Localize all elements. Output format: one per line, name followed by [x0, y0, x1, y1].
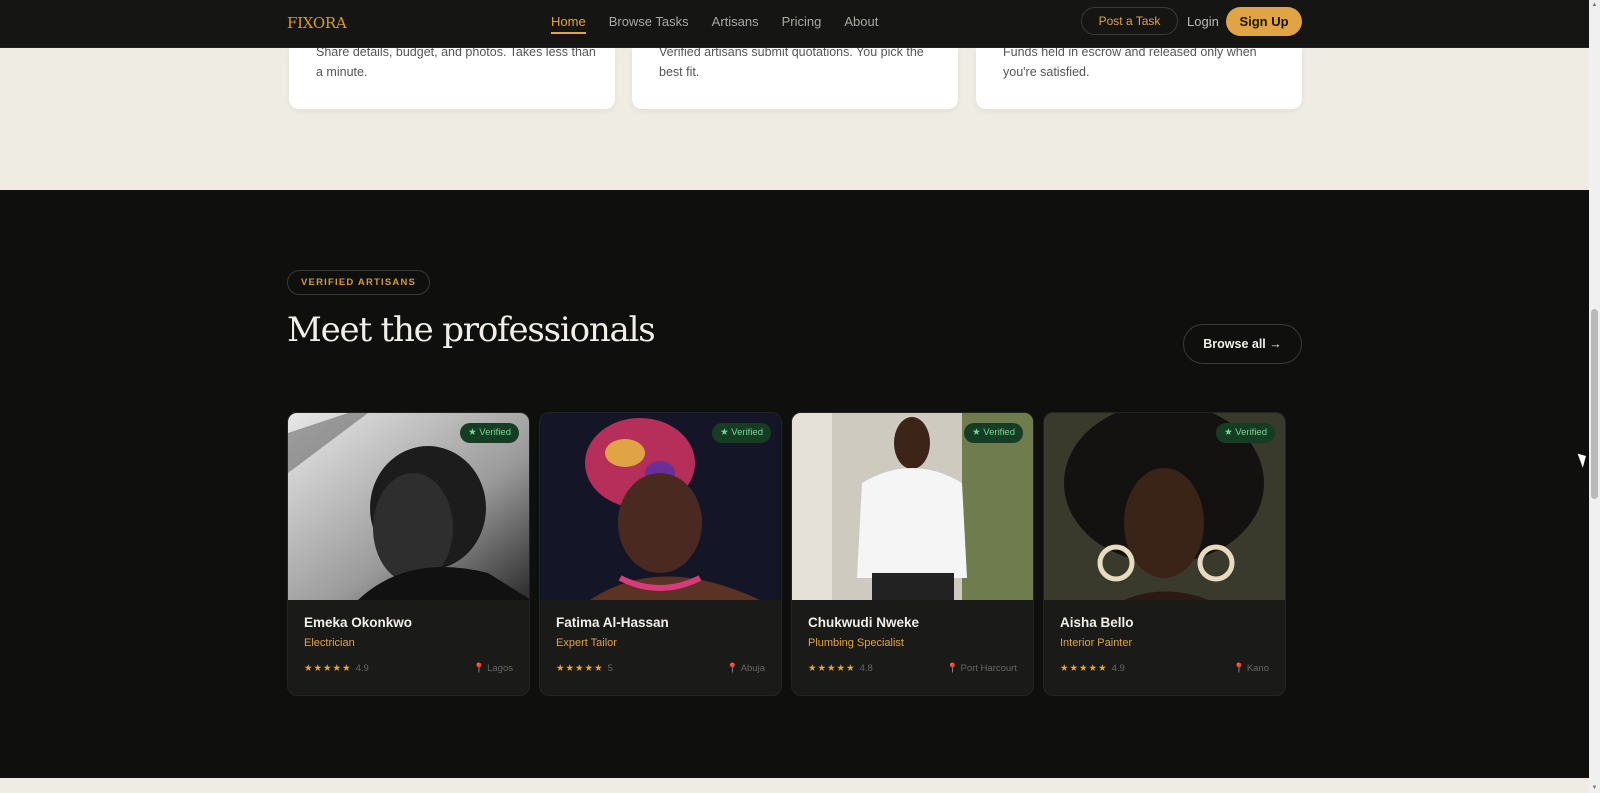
- verified-badge: ★ Verified: [460, 423, 519, 443]
- verified-badge: ★ Verified: [964, 423, 1023, 443]
- rating-value: 4.9: [1111, 663, 1125, 674]
- nav-link-pricing[interactable]: Pricing: [782, 0, 822, 48]
- section-eyebrow: VERIFIED ARTISANS: [287, 270, 431, 295]
- artisan-card[interactable]: ★ Verified Emeka Okonkwo Electrician ★★★…: [287, 412, 530, 696]
- post-task-button[interactable]: Post a Task: [1081, 7, 1178, 35]
- location-text: Kano: [1246, 663, 1269, 674]
- verified-badge: ★ Verified: [712, 423, 771, 443]
- star-icon: ★★★★★: [1060, 663, 1108, 674]
- location-text: Lagos: [487, 663, 513, 674]
- artisan-role: Expert Tailor: [556, 637, 617, 649]
- brand-logo[interactable]: FIXORA: [287, 14, 347, 32]
- step-card-post: Share details, budget, and photos. Takes…: [289, 45, 615, 109]
- nav-link-artisans[interactable]: Artisans: [712, 0, 759, 48]
- artisan-card[interactable]: ★ Verified Chukwudi Nweke Plumbing Speci…: [791, 412, 1034, 696]
- artisan-role: Electrician: [304, 637, 355, 649]
- rating-value: 4.8: [859, 663, 873, 674]
- step-description: Funds held in escrow and released only w…: [1003, 45, 1257, 79]
- star-rating: ★★★★★ 4.9: [1060, 663, 1125, 674]
- top-navbar: FIXORA Home Browse Tasks Artisans Pricin…: [0, 0, 1589, 48]
- artisan-name: Chukwudi Nweke: [808, 615, 920, 630]
- artisan-location: 📍 Lagos: [473, 663, 513, 674]
- rating-value: 4.9: [355, 663, 369, 674]
- artisan-card[interactable]: ★ Verified Aisha Bello Interior Painter …: [1043, 412, 1286, 696]
- location-pin-icon: 📍: [726, 663, 739, 674]
- nav-link-about[interactable]: About: [844, 0, 878, 48]
- artisan-name: Fatima Al-Hassan: [556, 615, 669, 630]
- how-it-works-section: Share details, budget, and photos. Takes…: [0, 45, 1589, 190]
- star-icon: ★★★★★: [556, 663, 604, 674]
- star-rating: ★★★★★ 5: [556, 663, 613, 674]
- page-scrollbar[interactable]: ▲ ▼: [1589, 0, 1600, 793]
- star-rating: ★★★★★ 4.9: [304, 663, 369, 674]
- location-pin-icon: 📍: [946, 663, 959, 674]
- artisan-role: Interior Painter: [1060, 637, 1133, 649]
- rating-value: 5: [607, 663, 613, 674]
- next-section-edge: [0, 778, 1589, 793]
- artisans-section: VERIFIED ARTISANS Meet the professionals…: [0, 190, 1589, 778]
- artisan-location: 📍 Abuja: [727, 663, 765, 674]
- star-icon: ★★★★★: [304, 663, 352, 674]
- nav-link-browse-tasks[interactable]: Browse Tasks: [609, 0, 689, 48]
- location-pin-icon: 📍: [473, 663, 486, 674]
- nav-link-home[interactable]: Home: [551, 0, 586, 48]
- nav-links: Home Browse Tasks Artisans Pricing About: [551, 0, 901, 48]
- step-card-escrow: Funds held in escrow and released only w…: [976, 45, 1302, 109]
- artisan-location: 📍 Kano: [1233, 663, 1269, 674]
- artisan-location: 📍 Port Harcourt: [947, 663, 1017, 674]
- artisan-role: Plumbing Specialist: [808, 637, 904, 649]
- scrollbar-thumb[interactable]: [1591, 309, 1598, 499]
- star-rating: ★★★★★ 4.8: [808, 663, 873, 674]
- browse-all-button[interactable]: Browse all →: [1183, 324, 1302, 364]
- verified-badge: ★ Verified: [1216, 423, 1275, 443]
- step-description: Share details, budget, and photos. Takes…: [316, 45, 596, 79]
- login-link[interactable]: Login: [1187, 14, 1219, 29]
- signup-button[interactable]: Sign Up: [1226, 7, 1302, 36]
- scroll-up-arrow-icon[interactable]: ▲: [1591, 1, 1598, 9]
- step-description: Verified artisans submit quotations. You…: [659, 45, 924, 79]
- location-text: Port Harcourt: [960, 663, 1018, 674]
- scroll-down-arrow-icon[interactable]: ▼: [1591, 784, 1598, 792]
- artisan-name: Emeka Okonkwo: [304, 615, 413, 630]
- star-icon: ★★★★★: [808, 663, 856, 674]
- section-title: Meet the professionals: [287, 310, 656, 350]
- artisan-card[interactable]: ★ Verified Fatima Al-Hassan Expert Tailo…: [539, 412, 782, 696]
- step-card-quote: Verified artisans submit quotations. You…: [632, 45, 958, 109]
- artisan-name: Aisha Bello: [1060, 615, 1134, 630]
- location-text: Abuja: [740, 663, 765, 674]
- location-pin-icon: 📍: [1232, 663, 1245, 674]
